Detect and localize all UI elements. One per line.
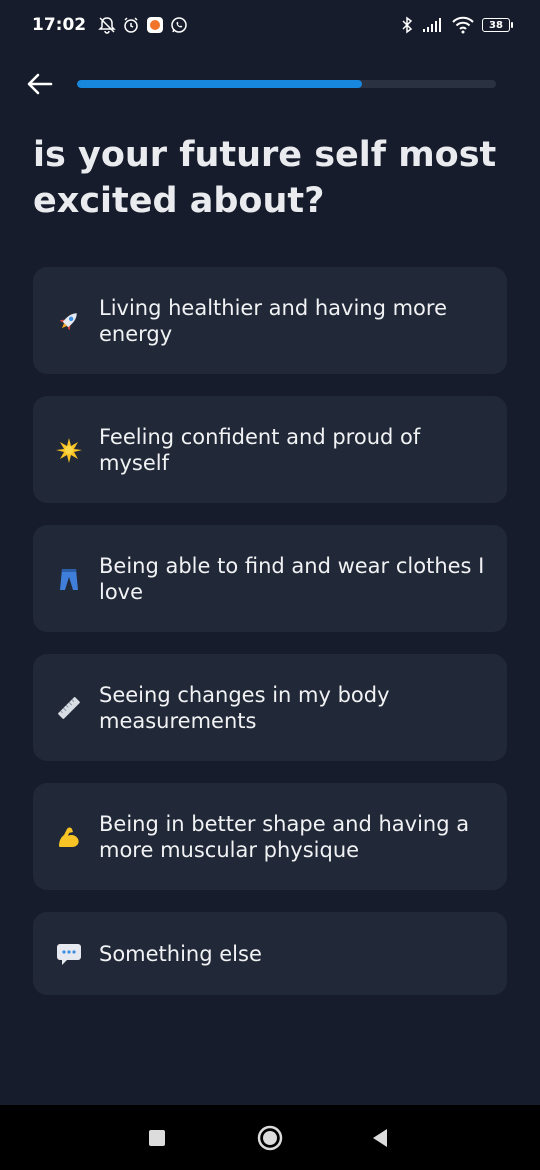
- option-measurements[interactable]: Seeing changes in my body measurements: [33, 654, 507, 761]
- alarm-icon: [122, 16, 140, 34]
- app-notification-icon: [146, 16, 164, 34]
- option-feeling-confident[interactable]: Feeling confident and proud of myself: [33, 396, 507, 503]
- back-button[interactable]: [22, 66, 58, 102]
- recents-square-icon[interactable]: [148, 1129, 166, 1147]
- option-label: Feeling confident and proud of myself: [99, 424, 421, 475]
- question-area: is your future self most excited about?: [0, 112, 540, 232]
- flexed-biceps-icon: [55, 823, 83, 851]
- status-bar: 17:02 38: [0, 0, 540, 50]
- signal-icon: [422, 17, 444, 33]
- battery-icon: 38: [482, 18, 513, 32]
- jeans-icon: [55, 565, 83, 593]
- wifi-icon: [452, 16, 474, 34]
- progress-bar: [77, 80, 496, 88]
- bluetooth-icon: [400, 16, 414, 34]
- rocket-icon: [55, 307, 83, 335]
- option-label: Being in better shape and having a more …: [99, 811, 470, 862]
- option-label: Seeing changes in my body measurements: [99, 682, 390, 733]
- progress-fill: [77, 80, 362, 88]
- sparkle-star-icon: [55, 436, 83, 464]
- system-nav-bar: [0, 1105, 540, 1170]
- option-living-healthier[interactable]: Living healthier and having more energy: [33, 267, 507, 374]
- header: [0, 58, 540, 110]
- speech-bubble-icon: [55, 940, 83, 968]
- ruler-icon: [55, 694, 83, 722]
- status-right: 38: [400, 16, 513, 34]
- option-clothes[interactable]: Being able to find and wear clothes I lo…: [33, 525, 507, 632]
- option-better-shape[interactable]: Being in better shape and having a more …: [33, 783, 507, 890]
- arrow-left-icon: [27, 73, 53, 95]
- question-title: is your future self most excited about?: [33, 135, 497, 221]
- option-label: Living healthier and having more energy: [99, 295, 447, 346]
- option-label: Being able to find and wear clothes I lo…: [99, 553, 485, 604]
- whatsapp-icon: [170, 16, 188, 34]
- options-list: Living healthier and having more energy …: [33, 267, 507, 1017]
- status-left: 17:02: [32, 15, 188, 35]
- back-triangle-icon[interactable]: [370, 1128, 390, 1148]
- bell-off-icon: [98, 16, 116, 34]
- option-label: Something else: [99, 941, 262, 966]
- home-circle-icon[interactable]: [257, 1125, 283, 1151]
- option-something-else[interactable]: Something else: [33, 912, 507, 995]
- status-time: 17:02: [32, 15, 87, 35]
